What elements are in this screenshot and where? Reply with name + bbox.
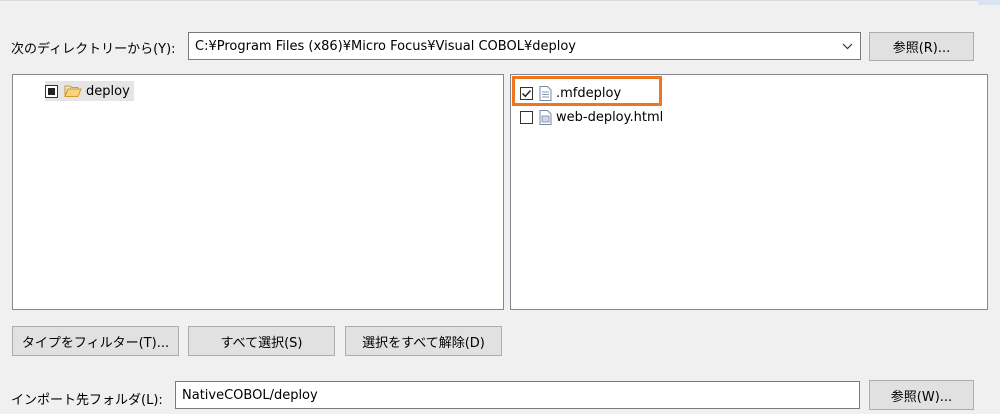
deselect-all-button[interactable]: 選択をすべて解除(D): [345, 326, 502, 356]
file-name: web-deploy.html: [556, 109, 664, 125]
chevron-down-icon[interactable]: [834, 33, 860, 59]
from-directory-combo[interactable]: C:¥Program Files (x86)¥Micro Focus¥Visua…: [188, 32, 861, 60]
file-list-panel[interactable]: .mfdeploy web-deploy.html: [510, 74, 988, 310]
from-directory-label: 次のディレクトリーから(Y):: [11, 42, 176, 57]
file-html-icon: [539, 109, 552, 125]
filter-types-button[interactable]: タイプをフィルター(T)...: [12, 326, 179, 356]
browse-directory-button[interactable]: 参照(R)...: [869, 32, 974, 61]
browse-folder-button[interactable]: 参照(W)...: [869, 380, 974, 410]
list-item[interactable]: web-deploy.html: [520, 107, 663, 127]
highlight-box: [512, 76, 662, 106]
tree-item-label: deploy: [86, 83, 130, 99]
select-all-button[interactable]: すべて選択(S): [188, 326, 335, 356]
folder-tree-panel[interactable]: deploy: [12, 74, 504, 310]
into-folder-value: NativeCOBOL/deploy: [182, 387, 318, 403]
top-divider: [0, 0, 1000, 1]
into-folder-input[interactable]: NativeCOBOL/deploy: [175, 381, 860, 409]
tree-item-deploy[interactable]: deploy: [45, 81, 134, 101]
from-directory-value: C:¥Program Files (x86)¥Micro Focus¥Visua…: [195, 38, 576, 54]
window-corner-accent: [978, 0, 1000, 5]
tree-item-checkbox[interactable]: [45, 84, 58, 98]
folder-open-icon: [64, 84, 82, 98]
file-checkbox[interactable]: [520, 110, 533, 124]
into-folder-label: インポート先フォルダ(L):: [11, 393, 163, 408]
